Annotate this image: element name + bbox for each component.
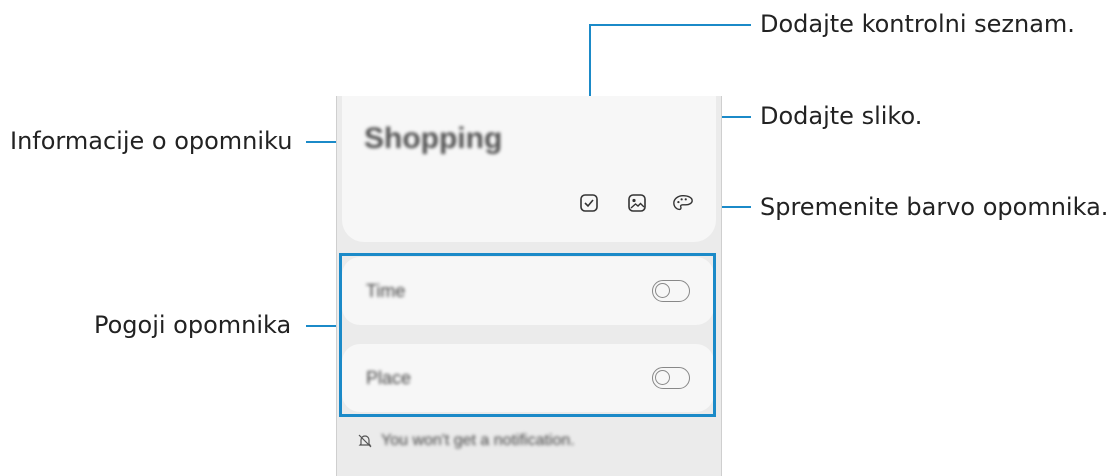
notification-hint: You won't get a notification. — [381, 432, 575, 449]
checkbox-icon[interactable] — [578, 192, 600, 214]
callout-add-checklist: Dodajte kontrolni seznam. — [760, 10, 1075, 38]
palette-icon[interactable] — [672, 192, 694, 214]
image-icon[interactable] — [626, 192, 648, 214]
bell-off-icon — [358, 434, 372, 448]
callout-reminder-info: Informacije o opomniku — [10, 127, 293, 155]
leader-conditions — [306, 325, 340, 327]
callout-change-color: Spremenite barvo opomnika. — [760, 193, 1109, 221]
reminder-info-card: Shopping — [342, 96, 716, 242]
reminder-title[interactable]: Shopping — [364, 122, 502, 156]
leader-checklist-h — [589, 24, 751, 26]
conditions-highlight — [339, 253, 716, 417]
callout-add-image: Dodajte sliko. — [760, 102, 923, 130]
callout-reminder-conditions: Pogoji opomnika — [94, 311, 292, 339]
